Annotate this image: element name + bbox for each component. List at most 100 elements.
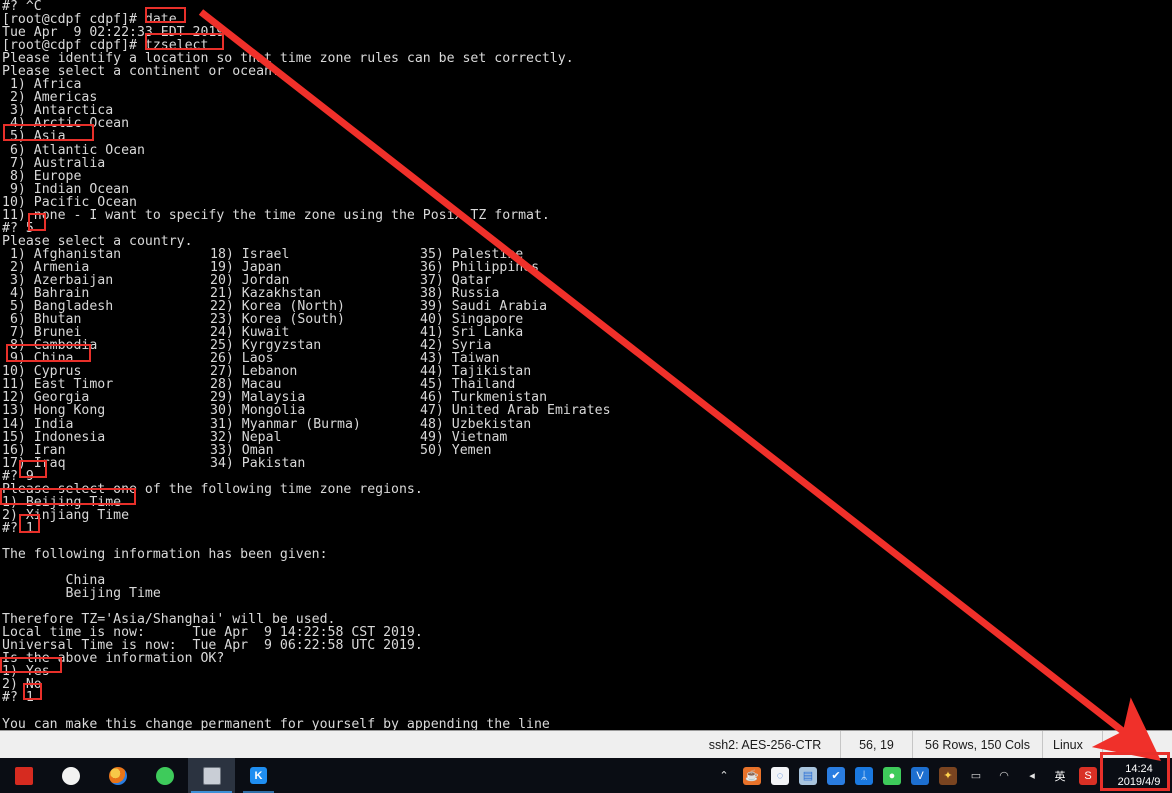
terminal-country-cell: 16) Iran xyxy=(2,442,66,458)
wechat-tray-icon[interactable]: ● xyxy=(881,765,903,787)
kugou-k-icon[interactable]: K xyxy=(235,758,282,793)
status-encryption: ssh2: AES-256-CTR xyxy=(708,737,822,752)
bluetooth-icon[interactable]: ᛦ xyxy=(853,765,875,787)
network-rings-icon: ◌ xyxy=(771,766,789,785)
terminal-line: You can make this change permanent for y… xyxy=(2,716,550,730)
java-icon[interactable]: ☕ xyxy=(741,765,763,787)
windows-defender-shield-icon[interactable]: ✔ xyxy=(825,765,847,787)
status-terminal-size: 56 Rows, 150 Cols xyxy=(912,731,1042,758)
terminal-line: 3) Antarctica xyxy=(2,103,114,119)
terminal-line: 1) Yes xyxy=(2,664,50,680)
terminal-line: #? 1 xyxy=(2,520,34,536)
taskbar-app-buttons[interactable]: K xyxy=(0,758,282,793)
terminal-line: 6) Atlantic Ocean xyxy=(2,142,145,158)
terminal-line: 4) Arctic Ocean xyxy=(2,116,130,132)
terminal-country-cell: 14) India xyxy=(2,416,74,432)
remote-desktop-icon: ▤ xyxy=(799,766,817,785)
terminal-line: China xyxy=(2,573,106,589)
wechat-icon[interactable] xyxy=(141,758,188,793)
notification-app-icon[interactable]: ✦ xyxy=(937,765,959,787)
system-tray[interactable]: ⌃ ☕ ◌ ▤ ✔ ᛦ ● V ✦ ▭ ◠ ◂ 英 S xyxy=(710,758,1106,793)
status-emulation-os: Linux xyxy=(1042,731,1102,758)
terminal-country-row: 5) Bangladesh 22) Korea (North) 39) Saudi … xyxy=(0,300,1172,313)
terminal-country-row: 14) India 31) Myanmar (Burma) 48) Uzbekist… xyxy=(0,416,1172,432)
network-rings-icon[interactable]: ◌ xyxy=(769,765,791,787)
terminal-country-cell: 30) Mongolia xyxy=(210,403,306,419)
status-bar-spacer xyxy=(0,731,690,758)
terminal-line: #? 5 xyxy=(2,220,34,236)
terminal-line: #? 1 xyxy=(2,690,34,706)
terminal-line: The following information has been given… xyxy=(2,546,328,562)
bluetooth-icon: ᛦ xyxy=(855,766,873,785)
show-hidden-icons-chevron-icon: ⌃ xyxy=(719,770,729,782)
terminal-country-cell: 33) Oman xyxy=(210,442,274,458)
white-circle-icon[interactable] xyxy=(47,758,94,793)
terminal-country-cell: 47) United Arab Emirates xyxy=(420,403,611,419)
ime-language-icon[interactable]: 英 xyxy=(1049,765,1071,787)
terminal-country-row: 15) Indonesia 32) Nepal 49) Vietnam xyxy=(0,429,1172,445)
terminal-output-top: #? ^C [root@cdpf cdpf]# date Tue Apr 9 02:… xyxy=(0,0,1172,248)
show-hidden-icons-chevron-icon[interactable]: ⌃ xyxy=(713,765,735,787)
clock-time: 14:24 xyxy=(1125,762,1153,775)
taskbar[interactable]: K ⌃ ☕ ◌ ▤ ✔ ᛦ ● V ✦ ▭ ◠ ◂ 英 S 14:24 2019/4/9 xyxy=(0,758,1172,793)
terminal-country-row: 16) Iran 33) Oman 50) Yemen xyxy=(0,442,1172,458)
terminal-line: 10) Pacific Ocean xyxy=(2,194,137,210)
terminal-line: Please select a country. xyxy=(2,233,193,249)
terminal-line: Please select one of the following time … xyxy=(2,481,423,497)
securecrt-window-icon xyxy=(202,766,221,785)
terminal-country-row: 9) China 26) Laos 43) Taiwan xyxy=(0,352,1172,365)
terminal-country-cell: 15) Indonesia xyxy=(2,429,106,445)
terminal-country-cell: 31) Myanmar (Burma) xyxy=(210,416,361,432)
remote-desktop-icon[interactable]: ▤ xyxy=(797,765,819,787)
terminal-line: 2) Xinjiang Time xyxy=(2,507,130,523)
ime-language-icon: 英 xyxy=(1054,770,1066,783)
start-menu-icon xyxy=(14,766,33,785)
terminal-country-row: 10) Cyprus 27) Lebanon 44) Tajikistan xyxy=(0,365,1172,378)
terminal-line: 2) Americas xyxy=(2,90,98,106)
wifi-icon[interactable]: ◠ xyxy=(993,765,1015,787)
terminal-country-row: 3) Azerbaijan 20) Jordan 37) Qatar xyxy=(0,274,1172,287)
terminal-output-bottom: #? 9 Please select one of the following t… xyxy=(0,470,1172,730)
wechat-icon xyxy=(155,766,174,785)
terminal-line: 7) Australia xyxy=(2,155,106,171)
taskbar-clock[interactable]: 14:24 2019/4/9 xyxy=(1106,758,1172,793)
terminal-line: 9) Indian Ocean xyxy=(2,181,130,197)
sogou-input-icon: S xyxy=(1079,766,1097,785)
terminal-line: 5) Asia xyxy=(2,129,66,145)
securecrt-window-icon[interactable] xyxy=(188,758,235,793)
windows-defender-shield-icon: ✔ xyxy=(827,766,845,785)
terminal-line: 1) Beijing Time xyxy=(2,494,122,510)
tencent-shield-icon[interactable]: V xyxy=(909,765,931,787)
terminal-line: 8) Europe xyxy=(2,168,82,184)
terminal-country-cell: 35) Palestine xyxy=(420,246,524,262)
terminal-window[interactable]: #? ^C [root@cdpf cdpf]# date Tue Apr 9 02:… xyxy=(0,0,1172,730)
white-circle-icon xyxy=(61,766,80,785)
wechat-tray-icon: ● xyxy=(883,766,901,785)
volume-icon[interactable]: ◂ xyxy=(1021,765,1043,787)
browser-ring-icon xyxy=(108,766,127,785)
terminal-country-cell: 18) Israel xyxy=(210,246,290,262)
status-bar-trailing xyxy=(1102,731,1172,758)
terminal-country-row: 17) Iraq 34) Pakistan xyxy=(0,457,1172,470)
terminal-country-row: 8) Cambodia 25) Kyrgyzstan 42) Syria xyxy=(0,339,1172,352)
browser-ring-icon[interactable] xyxy=(94,758,141,793)
tencent-shield-icon: V xyxy=(911,766,929,785)
terminal-country-row: 1) Afghanistan 18) Israel 35) Palestine xyxy=(0,248,1172,261)
terminal-line: Please select a continent or ocean. xyxy=(2,64,280,80)
status-bar: ssh2: AES-256-CTR 56, 19 56 Rows, 150 Co… xyxy=(0,730,1172,758)
terminal-country-list: 1) Afghanistan 18) Israel 35) Palestine 2)… xyxy=(0,248,1172,470)
terminal-country-row: 4) Bahrain 21) Kazakhstan 38) Russia xyxy=(0,287,1172,300)
terminal-country-cell: 1) Afghanistan xyxy=(2,246,122,262)
terminal-line: 2) No xyxy=(2,677,42,693)
terminal-line: 11) none - I want to specify the time zo… xyxy=(2,207,550,223)
wifi-icon: ◠ xyxy=(999,770,1009,782)
terminal-line: #? 9 xyxy=(2,468,34,484)
sogou-input-icon[interactable]: S xyxy=(1077,765,1099,787)
notification-app-icon: ✦ xyxy=(939,766,957,785)
terminal-country-row: 6) Bhutan 23) Korea (South) 40) Singapore xyxy=(0,313,1172,326)
start-menu-icon[interactable] xyxy=(0,758,47,793)
java-icon: ☕ xyxy=(743,766,761,785)
terminal-country-cell: 48) Uzbekistan xyxy=(420,416,532,432)
battery-icon[interactable]: ▭ xyxy=(965,765,987,787)
